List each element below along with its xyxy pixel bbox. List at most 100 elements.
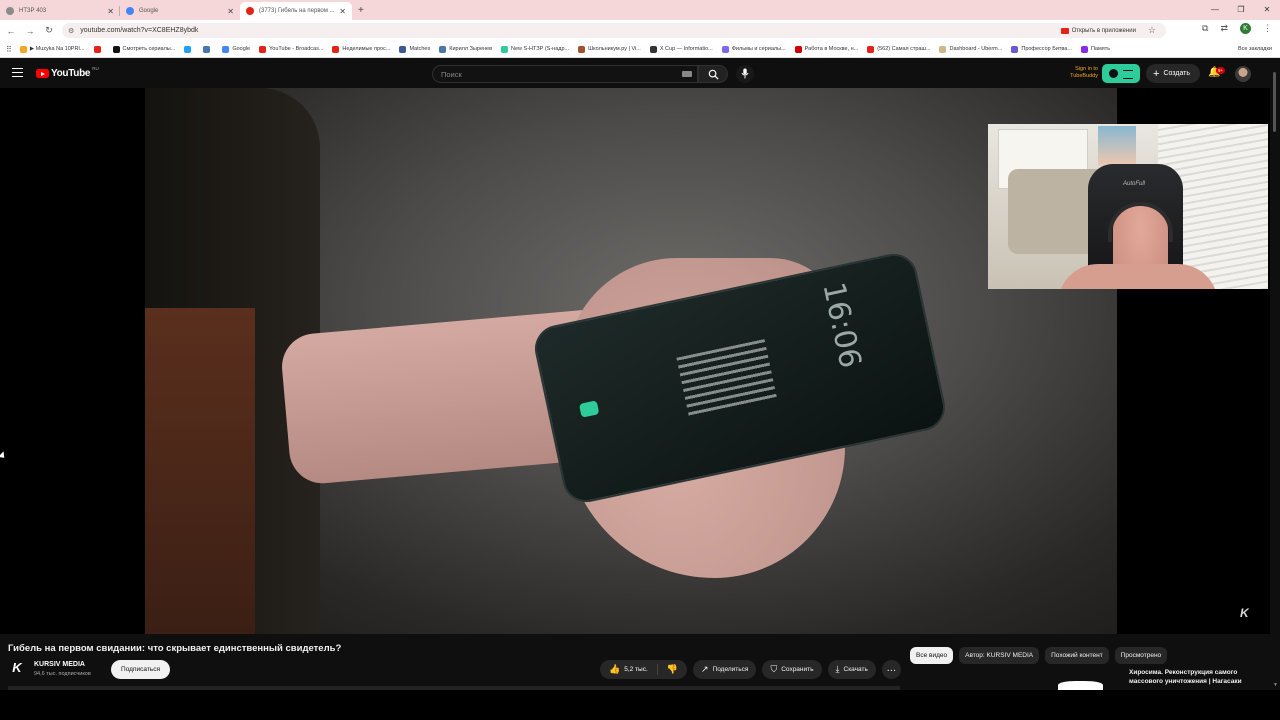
tubebuddy-signin-link[interactable]: Sign in to TubeBuddy <box>1058 66 1098 79</box>
user-avatar[interactable] <box>1235 66 1251 82</box>
tab-title: Google <box>139 8 159 14</box>
webcam-person-body <box>1058 264 1218 289</box>
video-title: Гибель на первом свидании: что скрывает … <box>8 643 342 654</box>
bookmark-favicon-icon <box>578 45 586 53</box>
bookmark-label: Работа в Москве, н... <box>804 46 859 52</box>
hamburger-menu-icon[interactable] <box>12 68 23 77</box>
menu-kebab-icon[interactable]: ⋮ <box>1263 23 1272 34</box>
chip-all-videos[interactable]: Все видео <box>910 647 954 664</box>
recommendation-title[interactable]: Хиросима. Реконструкция самого массового… <box>1129 668 1259 686</box>
save-button[interactable]: ⛉ Сохранить <box>762 660 822 679</box>
like-button[interactable]: 👍 5,2 тыс. <box>600 664 658 675</box>
bookmark-label: (562) Самая страш... <box>877 46 931 52</box>
dislike-button[interactable]: 👎 <box>658 664 687 675</box>
minimize-icon[interactable]: — <box>1202 0 1228 20</box>
create-button[interactable]: + Создать <box>1146 64 1200 83</box>
channel-watermark[interactable]: K <box>1240 606 1249 620</box>
bookmark-favicon-icon <box>332 45 340 53</box>
browser-tab[interactable]: Google ✕ <box>120 2 240 20</box>
forward-icon[interactable]: → <box>22 26 38 36</box>
bookmark-item[interactable]: Память <box>1080 45 1111 53</box>
search-button[interactable] <box>698 65 728 83</box>
bookmark-item[interactable]: X Cup — Informatio... <box>649 45 713 53</box>
bookmark-item[interactable]: Google <box>222 45 250 53</box>
bookmark-item[interactable]: Фильмы и сериалы... <box>721 45 786 53</box>
tab-close-icon[interactable]: ✕ <box>339 7 346 16</box>
open-in-app-button[interactable]: Открыть в приложении ☆ <box>1060 25 1156 36</box>
browser-tab[interactable]: НТЗР 403 ✕ <box>0 2 120 20</box>
bookmark-item[interactable]: ▶ Muzyka Na 10PRI... <box>19 45 85 53</box>
bookmark-item[interactable]: Matches <box>399 45 430 53</box>
channel-avatar[interactable]: K <box>8 659 26 677</box>
search-placeholder: Поиск <box>441 69 462 79</box>
url-text[interactable]: youtube.com/watch?v=XC8EHZ8ybdk <box>80 27 198 34</box>
thumbs-down-icon: 👎 <box>666 664 678 674</box>
bookmark-item[interactable]: Смотреть сериалы... <box>112 45 175 53</box>
bookmark-favicon-icon <box>93 45 101 53</box>
url-bar[interactable]: ⚙ youtube.com/watch?v=XC8EHZ8ybdk Открыт… <box>62 23 1166 38</box>
bookmark-item[interactable]: Школьникум.ру | Vi... <box>578 45 641 53</box>
notification-count-badge: 9+ <box>1216 67 1226 74</box>
share-button[interactable]: ↗ Поделиться <box>692 660 757 679</box>
reload-icon[interactable]: ↻ <box>41 25 57 36</box>
browser-right-icons: ⧉ ⇄ K ⋮ <box>1202 23 1272 34</box>
keyboard-icon[interactable] <box>682 71 692 77</box>
close-window-icon[interactable]: ✕ <box>1254 0 1280 20</box>
bookmark-item[interactable]: Dashboard - Uberm... <box>939 45 1003 53</box>
extensions-icon[interactable]: ⧉ <box>1202 23 1208 34</box>
scrollbar-thumb[interactable] <box>1273 72 1276 132</box>
maximize-icon[interactable]: ❐ <box>1228 0 1254 20</box>
webcam-overlay: AutoFull <box>988 124 1268 289</box>
voice-search-button[interactable] <box>736 65 754 83</box>
profile-avatar[interactable]: K <box>1240 23 1251 34</box>
youtube-masthead: YouTube RU Поиск Sign in to TubeBuddy + … <box>0 60 1280 88</box>
video-hair-shape <box>145 308 255 634</box>
back-icon[interactable]: ← <box>3 26 19 36</box>
video-frame: 16:06 <box>145 88 1117 634</box>
bookmark-item[interactable] <box>203 45 213 53</box>
bookmark-item[interactable]: Работа в Москве, н... <box>794 45 859 53</box>
bookmark-item[interactable]: (562) Самая страш... <box>867 45 931 53</box>
subscribe-button[interactable]: Подписаться <box>111 660 170 679</box>
bookmark-label: X Cup — Informatio... <box>659 46 713 52</box>
all-bookmarks-link[interactable]: Все закладки <box>1238 46 1272 52</box>
bookmark-item[interactable]: Неделимые прос... <box>332 45 390 53</box>
bookmark-label: Dashboard - Uberm... <box>949 46 1003 52</box>
apps-grid-icon[interactable]: ⠿ <box>6 45 12 54</box>
youtube-play-icon <box>36 69 49 78</box>
tab-close-icon[interactable]: ✕ <box>227 7 234 16</box>
thumbs-up-icon: 👍 <box>609 664 621 674</box>
cast-icon[interactable]: ⇄ <box>1220 23 1228 34</box>
bookmark-item[interactable]: Профессор Битва... <box>1011 45 1072 53</box>
bookmark-item[interactable]: New S-НТЗР (S-надр... <box>501 45 569 53</box>
youtube-logo[interactable]: YouTube RU <box>36 66 99 79</box>
download-button[interactable]: ⤓ Скачать <box>827 660 876 679</box>
bookmarks-bar: ⠿ ▶ Muzyka Na 10PRI... Смотреть сериалы..… <box>0 41 1280 58</box>
scroll-down-icon[interactable]: ▼ <box>1273 682 1278 688</box>
new-tab-icon[interactable]: + <box>358 5 364 16</box>
page-scrollbar[interactable]: ▼ <box>1270 60 1280 690</box>
tubebuddy-button[interactable] <box>1102 64 1140 83</box>
bookmark-item[interactable]: Кирилл Зыренев <box>439 45 492 53</box>
bookmark-label: Память <box>1090 46 1111 52</box>
filter-chips: Все видео Автор: KURSIV MEDIA Похожий ко… <box>910 647 1168 664</box>
browser-tab-active[interactable]: (3773) Гибель на первом ... ✕ <box>240 2 352 20</box>
chip-author[interactable]: Автор: KURSIV MEDIA <box>959 647 1040 664</box>
bookmark-item[interactable]: YouTube - Broadcas... <box>259 45 323 53</box>
bookmark-item[interactable] <box>184 45 194 53</box>
bookmark-label: ▶ Muzyka Na 10PRI... <box>29 46 85 52</box>
star-icon[interactable]: ☆ <box>1148 25 1156 36</box>
open-in-app-label: Открыть в приложении <box>1071 27 1136 34</box>
search-input[interactable]: Поиск <box>432 65 698 83</box>
channel-name[interactable]: KURSIV MEDIA <box>34 661 85 668</box>
tab-close-icon[interactable]: ✕ <box>107 7 114 16</box>
chip-related[interactable]: Похожий контент <box>1045 647 1109 664</box>
bookmark-favicon-icon <box>19 45 27 53</box>
bookmark-item[interactable] <box>93 45 104 53</box>
webcam-chair-logo: AutoFull <box>1123 181 1146 187</box>
site-info-icon[interactable]: ⚙ <box>68 27 74 35</box>
chip-watched[interactable]: Просмотрено <box>1114 647 1168 664</box>
more-actions-button[interactable]: … <box>881 660 901 679</box>
video-actions: 👍 5,2 тыс. 👎 ↗ Поделиться ⛉ Сохранить ⤓ … <box>600 660 901 679</box>
region-code: RU <box>92 66 99 71</box>
